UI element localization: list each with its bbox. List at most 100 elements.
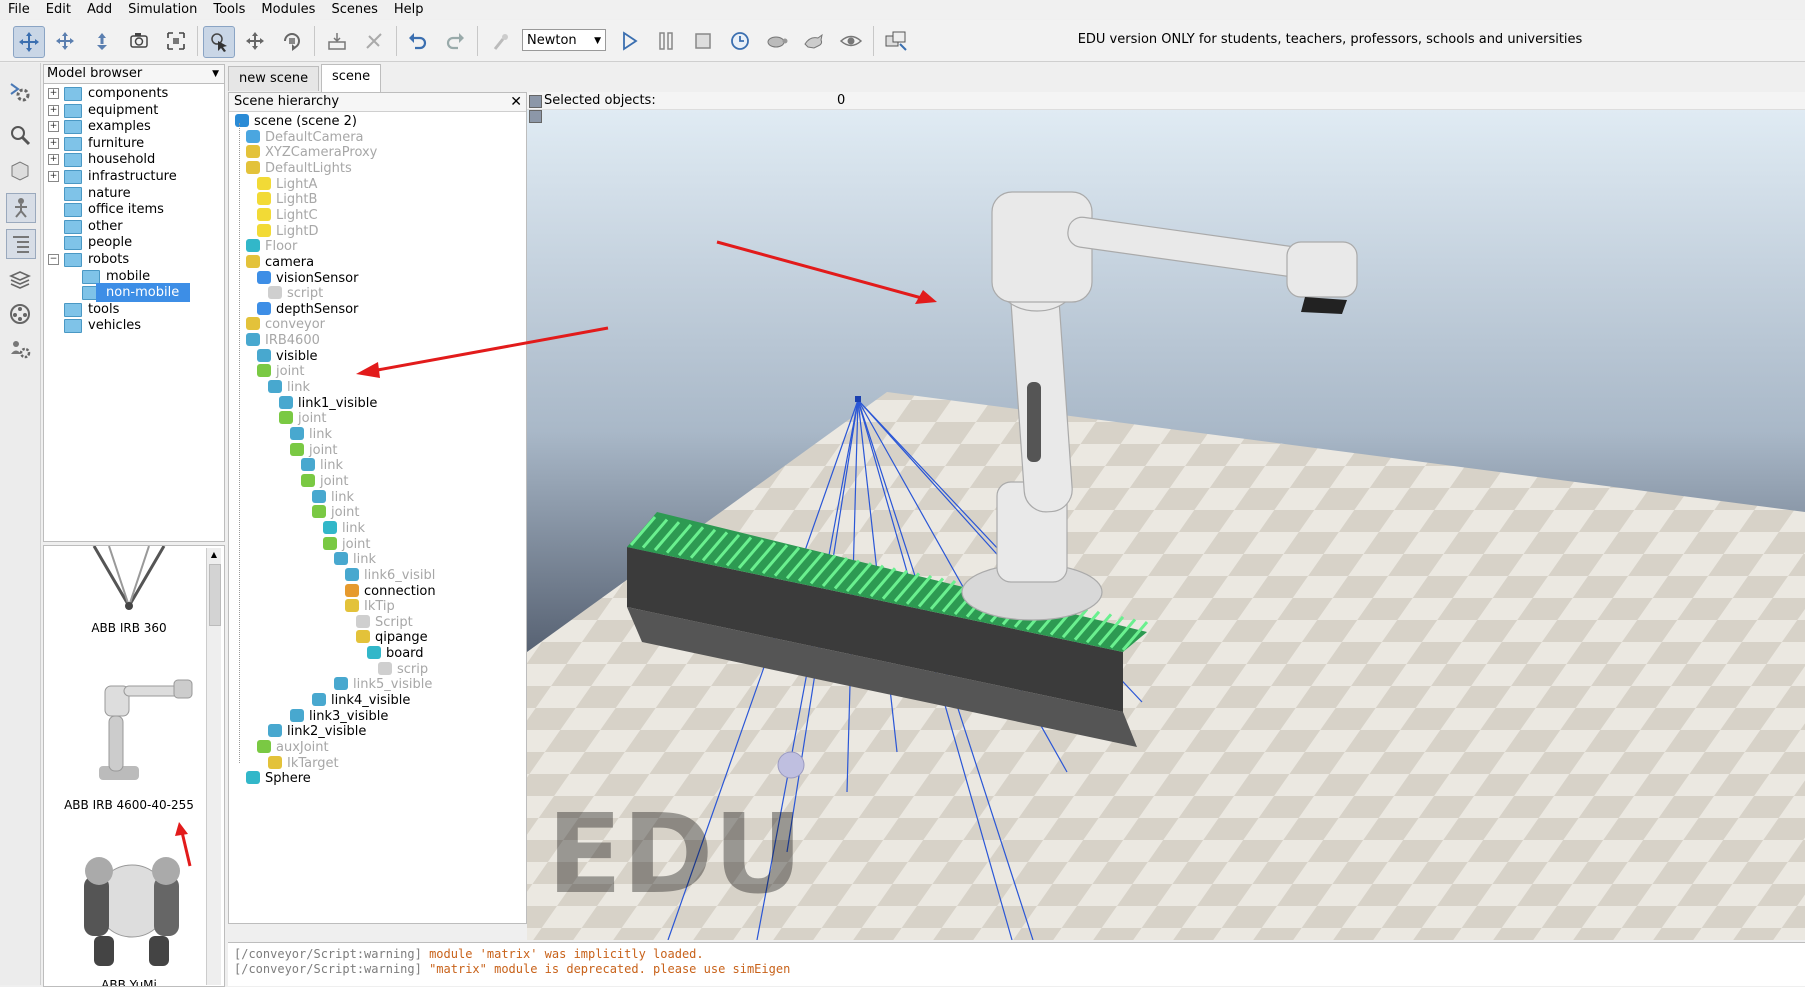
camera-zoom-icon[interactable] — [124, 26, 154, 56]
hierarchy-item-label: link — [309, 427, 332, 442]
hierarchy-item-label: link2_visible — [287, 724, 367, 740]
dummy-icon — [268, 755, 282, 769]
expand-icon[interactable]: + — [48, 121, 59, 133]
shape-icon — [246, 771, 260, 785]
abb-irb-4600-thumbnail[interactable] — [69, 666, 199, 786]
hierarchy-item-label: qipange — [375, 630, 428, 646]
start-simulation-icon[interactable] — [614, 26, 644, 56]
light-icon — [257, 223, 271, 237]
hierarchy-item-label: DefaultCamera — [265, 129, 364, 145]
menu-simulation[interactable]: Simulation — [120, 0, 205, 19]
pause-simulation-icon[interactable] — [651, 26, 681, 56]
menu-file[interactable]: File — [0, 0, 38, 19]
assemble-icon[interactable] — [322, 26, 352, 56]
scrollbar-thumb[interactable] — [209, 564, 221, 626]
hierarchy-item-label: IkTarget — [287, 755, 339, 771]
click-select-icon[interactable] — [203, 26, 235, 58]
console-line: [/conveyor/Script:warning] "matrix" modu… — [234, 962, 791, 976]
mesh-icon — [312, 489, 326, 503]
close-icon[interactable]: ✕ — [510, 93, 522, 111]
camera-pan-icon[interactable] — [13, 26, 45, 58]
search-icon[interactable] — [6, 121, 34, 149]
menu-edit[interactable]: Edit — [38, 0, 79, 19]
expand-icon[interactable]: + — [48, 137, 59, 149]
object-properties-icon[interactable] — [6, 156, 34, 184]
sphere-object — [777, 751, 805, 779]
scene-hierarchy-panel: Scene hierarchy ✕ scene (scene 2) DefaultC… — [228, 92, 527, 924]
toolbar: Newton ▼ EDU version ONLY for students, t… — [0, 20, 1805, 62]
fit-to-view-icon[interactable] — [161, 26, 191, 56]
layers-icon[interactable] — [6, 266, 34, 294]
mesh-icon — [312, 693, 326, 707]
hierarchy-annotation-arrow — [356, 326, 609, 378]
slow-down-icon[interactable] — [762, 26, 792, 56]
multi-window-icon[interactable] — [881, 26, 911, 56]
mesh-icon — [345, 567, 359, 581]
stop-simulation-icon[interactable] — [688, 26, 718, 56]
real-time-icon[interactable] — [725, 26, 755, 56]
console-output[interactable]: [/conveyor/Script:warning] module 'matri… — [228, 942, 1805, 986]
scroll-up-icon[interactable]: ▲ — [208, 550, 220, 560]
dynamics-icon[interactable] — [486, 26, 516, 56]
mesh-icon — [279, 395, 293, 409]
mesh-icon — [290, 708, 304, 722]
camera-rotate-icon[interactable] — [50, 26, 80, 56]
expand-icon[interactable]: + — [48, 154, 59, 166]
model-browser-toggle-icon[interactable] — [6, 229, 36, 259]
abb-irb-360-thumbnail[interactable] — [64, 546, 194, 618]
object-shift-icon[interactable] — [240, 26, 270, 56]
light-icon — [257, 176, 271, 190]
visualization-toggle-icon[interactable] — [836, 26, 866, 56]
mesh-icon — [268, 724, 282, 738]
3d-viewport[interactable]: EDU — [527, 92, 1805, 940]
annotation-arrow — [716, 240, 930, 302]
calculation-settings-icon[interactable] — [6, 78, 34, 106]
camera-shift-icon[interactable] — [87, 26, 117, 56]
mesh-icon — [301, 458, 315, 472]
speed-up-icon[interactable] — [799, 26, 829, 56]
mesh-icon — [290, 427, 304, 440]
hierarchy-item-label: board — [386, 646, 424, 662]
hierarchy-item-label: connection — [364, 583, 436, 599]
expand-icon[interactable]: + — [48, 171, 59, 182]
folder-icon — [64, 203, 82, 218]
expand-icon[interactable]: + — [48, 88, 59, 99]
script-icon — [356, 614, 370, 628]
light-icon — [257, 192, 271, 206]
mesh-icon — [246, 333, 260, 347]
tab-new-scene[interactable]: new scene — [228, 66, 320, 91]
tab-scene[interactable]: scene — [321, 64, 382, 92]
joint-icon — [279, 411, 293, 425]
folder-icon — [64, 236, 82, 251]
video-recorder-icon[interactable] — [6, 300, 34, 328]
thumbnail-scrollbar[interactable]: ▲ — [206, 548, 221, 985]
light-icon — [257, 207, 271, 221]
hierarchy-item-sphere[interactable]: Sphere — [246, 770, 311, 788]
menu-add[interactable]: Add — [79, 0, 120, 19]
physics-engine-select[interactable]: Newton ▼ — [522, 29, 606, 51]
force-sensor-icon — [345, 583, 359, 597]
menu-tools[interactable]: Tools — [205, 0, 253, 19]
expand-icon[interactable]: + — [48, 104, 59, 116]
dummy-icon — [345, 599, 359, 613]
model-folder-vehicles[interactable]: vehicles — [44, 316, 224, 335]
joint-icon — [301, 473, 315, 487]
view-menu-icon[interactable] — [529, 110, 542, 123]
redo-icon[interactable] — [440, 26, 470, 56]
model-browser-header[interactable]: Model browser ▼ — [44, 65, 224, 84]
object-rotate-icon[interactable] — [277, 26, 307, 56]
hierarchy-item-label: DefaultLights — [265, 160, 352, 176]
undo-icon[interactable] — [403, 26, 433, 56]
collapse-icon[interactable]: − — [48, 254, 59, 265]
menu-scenes[interactable]: Scenes — [323, 0, 385, 19]
dummy-icon — [356, 630, 370, 644]
hierarchy-item-label: IRB4600 — [265, 333, 320, 349]
menu-modules[interactable]: Modules — [253, 0, 323, 19]
vision-sensor-marker — [855, 396, 861, 402]
transfer-dna-icon[interactable] — [359, 26, 389, 56]
joint-icon — [323, 536, 337, 550]
menu-help[interactable]: Help — [386, 0, 432, 19]
user-settings-icon[interactable] — [6, 335, 34, 363]
scene-hierarchy-toggle-icon[interactable] — [6, 193, 36, 223]
info-toggle-icon[interactable] — [529, 95, 542, 108]
